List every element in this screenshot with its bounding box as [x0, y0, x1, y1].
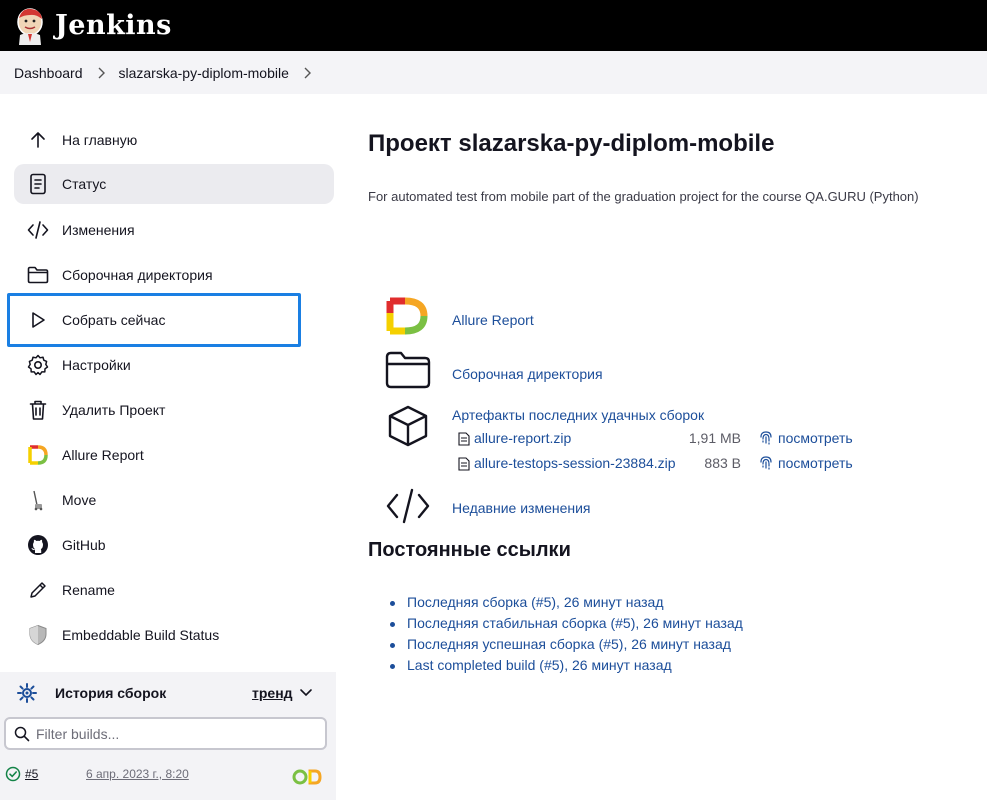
artifacts-link[interactable]: Артефакты последних удачных сборок	[452, 407, 704, 423]
sidebar-item-move[interactable]: Move	[14, 480, 334, 520]
list-item: Последняя успешная сборка (#5), 26 минут…	[387, 636, 743, 657]
build-date-link[interactable]: 6 апр. 2023 г., 8:20	[86, 767, 189, 781]
artifact-file-link[interactable]: allure-testops-session-23884.zip	[474, 455, 676, 471]
permalink-last-stable-build[interactable]: Последняя стабильная сборка (#5), 26 мин…	[407, 615, 743, 631]
allure-report-link[interactable]: Allure Report	[452, 312, 534, 328]
filter-builds-input[interactable]	[36, 725, 316, 742]
success-check-icon	[5, 766, 21, 785]
allure-link-row	[384, 294, 432, 338]
allure-report-badge-icon[interactable]	[292, 768, 324, 789]
sidebar-item-label: GitHub	[62, 537, 106, 553]
sidebar-item-label: Удалить Проект	[62, 402, 166, 418]
permalink-last-successful-build[interactable]: Последняя успешная сборка (#5), 26 минут…	[407, 636, 731, 652]
sidebar-item-delete-project[interactable]: Удалить Проект	[14, 390, 334, 430]
sidebar-item-label: Move	[62, 492, 97, 508]
project-description: For automated test from mobile part of t…	[368, 189, 919, 204]
file-icon	[458, 432, 470, 449]
search-icon	[14, 726, 30, 742]
trend-link[interactable]: тренд	[252, 685, 293, 701]
pencil-icon	[26, 578, 50, 602]
build-number-link[interactable]: #5	[25, 767, 38, 781]
artifact-row: allure-report.zip 1,91 MB посмотреть	[456, 430, 876, 450]
move-icon	[26, 488, 50, 512]
trash-icon	[26, 398, 50, 422]
build-history-title: История сборок	[55, 685, 167, 701]
build-history-panel: История сборок тренд #5 6 апр. 2023 г., …	[0, 672, 336, 800]
sidebar-item-changes[interactable]: Изменения	[14, 210, 334, 250]
build-row: #5 6 апр. 2023 г., 8:20	[0, 764, 336, 794]
chevron-right-icon[interactable]	[303, 67, 311, 79]
code-icon	[26, 218, 50, 242]
list-item: Последняя сборка (#5), 26 минут назад	[387, 594, 743, 615]
sidebar-item-label: Настройки	[62, 357, 131, 373]
sidebar-item-workspace[interactable]: Сборочная директория	[14, 255, 334, 295]
gear-icon	[26, 353, 50, 377]
fingerprint-icon[interactable]	[759, 430, 773, 449]
page-title: Проект slazarska-py-diplom-mobile	[368, 130, 775, 157]
sidebar-item-settings[interactable]: Настройки	[14, 345, 334, 385]
view-artifact-link[interactable]: посмотреть	[778, 430, 853, 446]
sidebar-item-rename[interactable]: Rename	[14, 570, 334, 610]
breadcrumb-dashboard[interactable]: Dashboard	[14, 65, 83, 81]
workspace-link-row	[384, 348, 432, 392]
sidebar-item-label: Embeddable Build Status	[62, 627, 220, 643]
fingerprint-icon[interactable]	[759, 455, 773, 474]
folder-icon	[384, 348, 432, 392]
sidebar-item-label: Allure Report	[62, 447, 144, 463]
arrow-up-icon	[26, 128, 50, 152]
main-content: Проект slazarska-py-diplom-mobile For au…	[336, 94, 987, 800]
folder-icon	[26, 263, 50, 287]
sidebar-item-embeddable-build-status[interactable]: Embeddable Build Status	[14, 615, 334, 655]
permalink-last-build[interactable]: Последняя сборка (#5), 26 минут назад	[407, 594, 664, 610]
permalink-last-completed-build[interactable]: Last completed build (#5), 26 минут наза…	[407, 657, 672, 673]
artifact-file-link[interactable]: allure-report.zip	[474, 430, 571, 446]
chevron-down-icon[interactable]	[298, 684, 314, 705]
workspace-link[interactable]: Сборочная директория	[452, 366, 603, 382]
code-icon	[384, 484, 432, 528]
artifact-row: allure-testops-session-23884.zip 883 B п…	[456, 455, 876, 475]
sidebar-item-label: Сборочная директория	[62, 267, 213, 283]
sidebar-item-label: Изменения	[62, 222, 135, 238]
build-history-icon	[16, 682, 38, 704]
sidebar-item-allure-report[interactable]: Allure Report	[14, 435, 334, 475]
play-icon	[26, 308, 50, 332]
filter-builds-field[interactable]	[4, 717, 327, 750]
allure-icon	[26, 443, 50, 467]
sidebar-item-build-now[interactable]: Собрать сейчас	[14, 300, 334, 340]
list-item: Последняя стабильная сборка (#5), 26 мин…	[387, 615, 743, 636]
sidebar-item-label: Rename	[62, 582, 115, 598]
document-icon	[26, 172, 50, 196]
changes-link-row	[384, 484, 432, 528]
permalinks-title: Постоянные ссылки	[368, 539, 571, 561]
view-artifact-link[interactable]: посмотреть	[778, 455, 853, 471]
sidebar-item-home[interactable]: На главную	[14, 120, 334, 160]
shield-icon	[26, 623, 50, 647]
github-icon	[26, 533, 50, 557]
sidebar-item-github[interactable]: GitHub	[14, 525, 334, 565]
artifact-file-size: 883 B	[704, 455, 741, 471]
sidebar-item-label: Собрать сейчас	[62, 312, 166, 328]
file-icon	[458, 457, 470, 474]
cube-icon	[384, 404, 432, 448]
recent-changes-link[interactable]: Недавние изменения	[452, 500, 591, 516]
sidebar-item-label: На главную	[62, 132, 138, 148]
jenkins-logo-icon[interactable]	[13, 6, 47, 46]
allure-icon	[384, 294, 432, 338]
sidebar: На главную Статус Изменения Сборочная ди…	[0, 94, 336, 800]
sidebar-item-status[interactable]: Статус	[14, 164, 334, 204]
chevron-right-icon	[97, 67, 105, 79]
list-item: Last completed build (#5), 26 минут наза…	[387, 657, 743, 678]
header-bar: Jenkins	[0, 0, 987, 51]
breadcrumb: Dashboard slazarska-py-diplom-mobile	[0, 51, 987, 94]
brand-name[interactable]: Jenkins	[55, 10, 172, 41]
artifact-file-size: 1,91 MB	[688, 430, 741, 446]
artifacts-link-row	[384, 404, 432, 448]
permalinks-list: Последняя сборка (#5), 26 минут назад По…	[387, 594, 743, 678]
breadcrumb-project[interactable]: slazarska-py-diplom-mobile	[119, 65, 289, 81]
sidebar-item-label: Статус	[62, 176, 107, 192]
